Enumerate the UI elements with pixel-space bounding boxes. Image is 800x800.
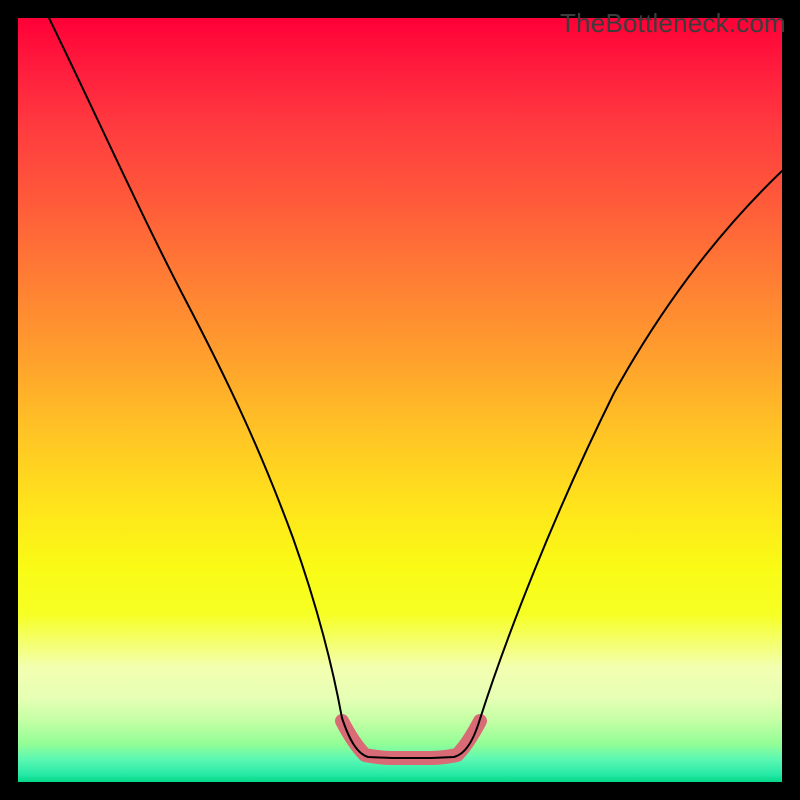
watermark-text: TheBottleneck.com	[560, 8, 786, 39]
bottleneck-curve	[49, 18, 782, 758]
chart-frame: TheBottleneck.com	[0, 0, 800, 800]
chart-svg	[18, 18, 782, 782]
pink-highlight-segment	[342, 721, 480, 758]
plot-area	[18, 18, 782, 782]
